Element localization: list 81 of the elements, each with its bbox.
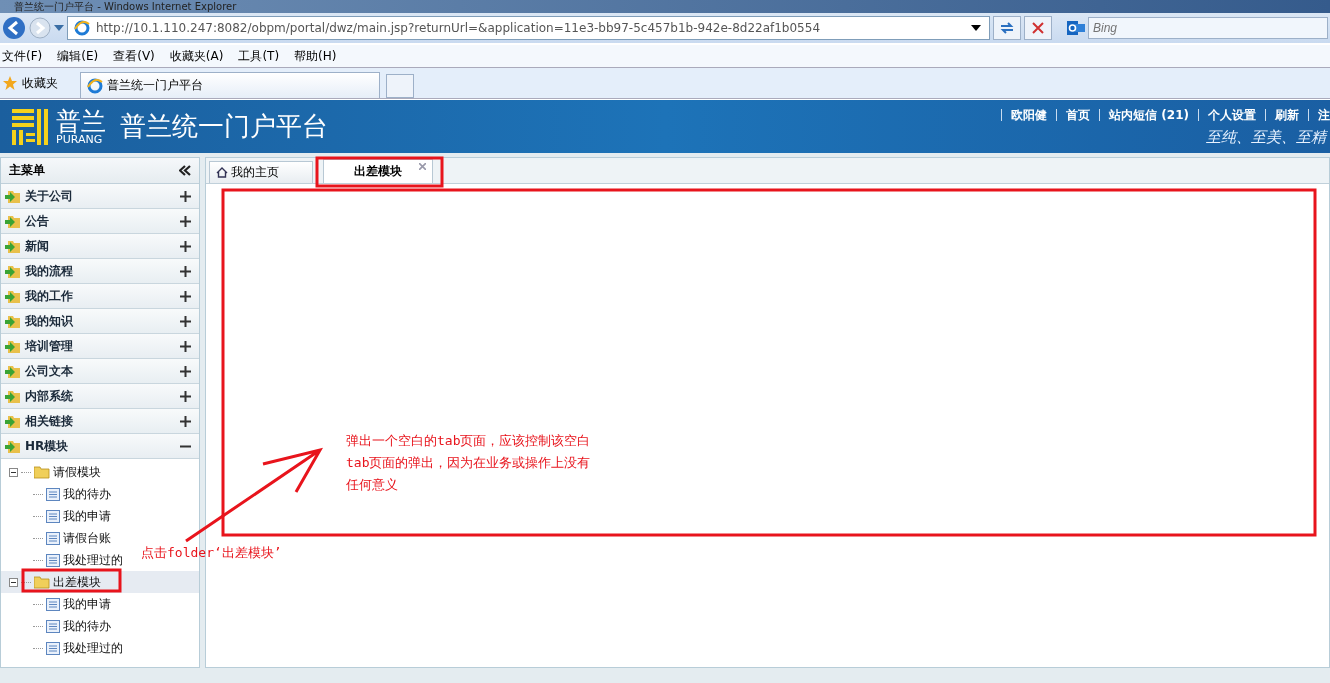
accordion-header[interactable]: 关于公司	[1, 184, 199, 209]
document-icon	[46, 641, 60, 655]
accordion-header[interactable]: 培训管理	[1, 334, 199, 359]
home-icon	[216, 167, 228, 178]
folder-arrow-icon	[5, 238, 21, 254]
tree-item[interactable]: 请假台账	[63, 529, 111, 547]
window-title: 普兰统一门户平台 - Windows Internet Explorer	[14, 0, 237, 13]
address-field[interactable]: http://10.1.110.247:8082/obpm/portal/dwz/main.jsp?returnUrl=&application=11e3-bb97-5c457b1b-942e-8d22af1b0554	[67, 16, 990, 40]
document-icon	[46, 531, 60, 545]
ie-icon	[74, 20, 90, 36]
portal-title: 普兰统一门户平台	[120, 110, 328, 143]
tree-item[interactable]: 我的申请	[63, 595, 111, 613]
header-link[interactable]: 站内短信 (21)	[1109, 106, 1189, 124]
tree-item[interactable]: 我处理过的	[63, 551, 123, 569]
header-link[interactable]: 欧阳健	[1011, 106, 1048, 124]
tree-item[interactable]: 我的申请	[63, 507, 111, 525]
document-icon	[46, 509, 60, 523]
document-icon	[46, 597, 60, 611]
folder-arrow-icon	[5, 338, 21, 354]
accordion-header[interactable]: 内部系统	[1, 384, 199, 409]
slogan: 至纯、至美、至精	[1206, 127, 1329, 147]
accordion-header[interactable]: 相关链接	[1, 409, 199, 434]
menu-item[interactable]: 查看(V)	[113, 47, 155, 65]
stop-button[interactable]	[1024, 16, 1052, 40]
annotation-text: 弹出一个空白的tab页面，应该控制该空白 tab页面的弹出，因为在业务或操作上没有 任何意义	[346, 432, 591, 494]
tree-item[interactable]: 我的待办	[63, 485, 111, 503]
folder-arrow-icon	[5, 313, 21, 329]
folder-arrow-icon	[5, 188, 21, 204]
folder-arrow-icon	[5, 388, 21, 404]
accordion-header[interactable]: 我的知识	[1, 309, 199, 334]
accordion-header[interactable]: 公司文本	[1, 359, 199, 384]
mail-icon[interactable]	[1067, 20, 1085, 36]
sidebar-title: 主菜单	[9, 162, 45, 179]
favorites-button[interactable]: 收藏夹	[0, 74, 74, 92]
accordion-header[interactable]: 新闻	[1, 234, 199, 259]
browser-tab[interactable]: 普兰统一门户平台	[80, 72, 380, 98]
menu-item[interactable]: 编辑(E)	[57, 47, 99, 65]
menu-item[interactable]: 帮助(H)	[294, 47, 337, 65]
ie-icon	[87, 77, 103, 94]
header-link[interactable]: 注	[1318, 106, 1330, 124]
refresh-icon	[999, 21, 1015, 35]
document-icon	[46, 619, 60, 633]
folder-icon	[34, 575, 50, 589]
tab[interactable]: 我的主页	[209, 161, 313, 183]
dropdown-icon[interactable]	[971, 25, 981, 31]
menu-item[interactable]: 工具(T)	[238, 47, 280, 65]
tree-folder[interactable]: 出差模块	[53, 573, 101, 591]
annotation-text: 点击folder‘出差模块’	[141, 544, 282, 562]
back-icon[interactable]	[2, 16, 26, 40]
refresh-button[interactable]	[993, 16, 1021, 40]
collapse-icon[interactable]	[179, 165, 191, 176]
folder-icon	[34, 465, 50, 479]
document-icon	[46, 553, 60, 567]
accordion-header[interactable]: 我的工作	[1, 284, 199, 309]
folder-arrow-icon	[5, 438, 21, 454]
tab[interactable]: 出差模块	[323, 159, 433, 183]
search-field[interactable]: Bing	[1088, 17, 1328, 39]
document-icon	[46, 487, 60, 501]
close-icon[interactable]	[419, 163, 426, 170]
header-link[interactable]: 个人设置	[1208, 106, 1256, 124]
collapse-box-icon[interactable]	[9, 577, 18, 587]
folder-arrow-icon	[5, 263, 21, 279]
logo-subtitle: PURANG	[56, 133, 104, 145]
menu-item[interactable]: 收藏夹(A)	[169, 47, 224, 65]
folder-arrow-icon	[5, 413, 21, 429]
accordion-header[interactable]: 公告	[1, 209, 199, 234]
logo-text: 普兰	[56, 108, 106, 134]
accordion-header[interactable]: HR模块	[1, 434, 199, 459]
header-link[interactable]: 首页	[1066, 106, 1091, 124]
close-icon	[1032, 22, 1044, 34]
header-link[interactable]: 刷新	[1275, 106, 1299, 124]
folder-arrow-icon	[5, 363, 21, 379]
collapse-box-icon[interactable]	[9, 467, 18, 477]
folder-arrow-icon	[5, 288, 21, 304]
folder-arrow-icon	[5, 213, 21, 229]
accordion-header[interactable]: 我的流程	[1, 259, 199, 284]
star-icon	[2, 75, 18, 91]
tree-item[interactable]: 我处理过的	[63, 639, 123, 657]
menu-item[interactable]: 文件(F)	[2, 47, 43, 65]
tree-item[interactable]: 我的待办	[63, 617, 111, 635]
tree-folder[interactable]: 请假模块	[53, 463, 101, 481]
